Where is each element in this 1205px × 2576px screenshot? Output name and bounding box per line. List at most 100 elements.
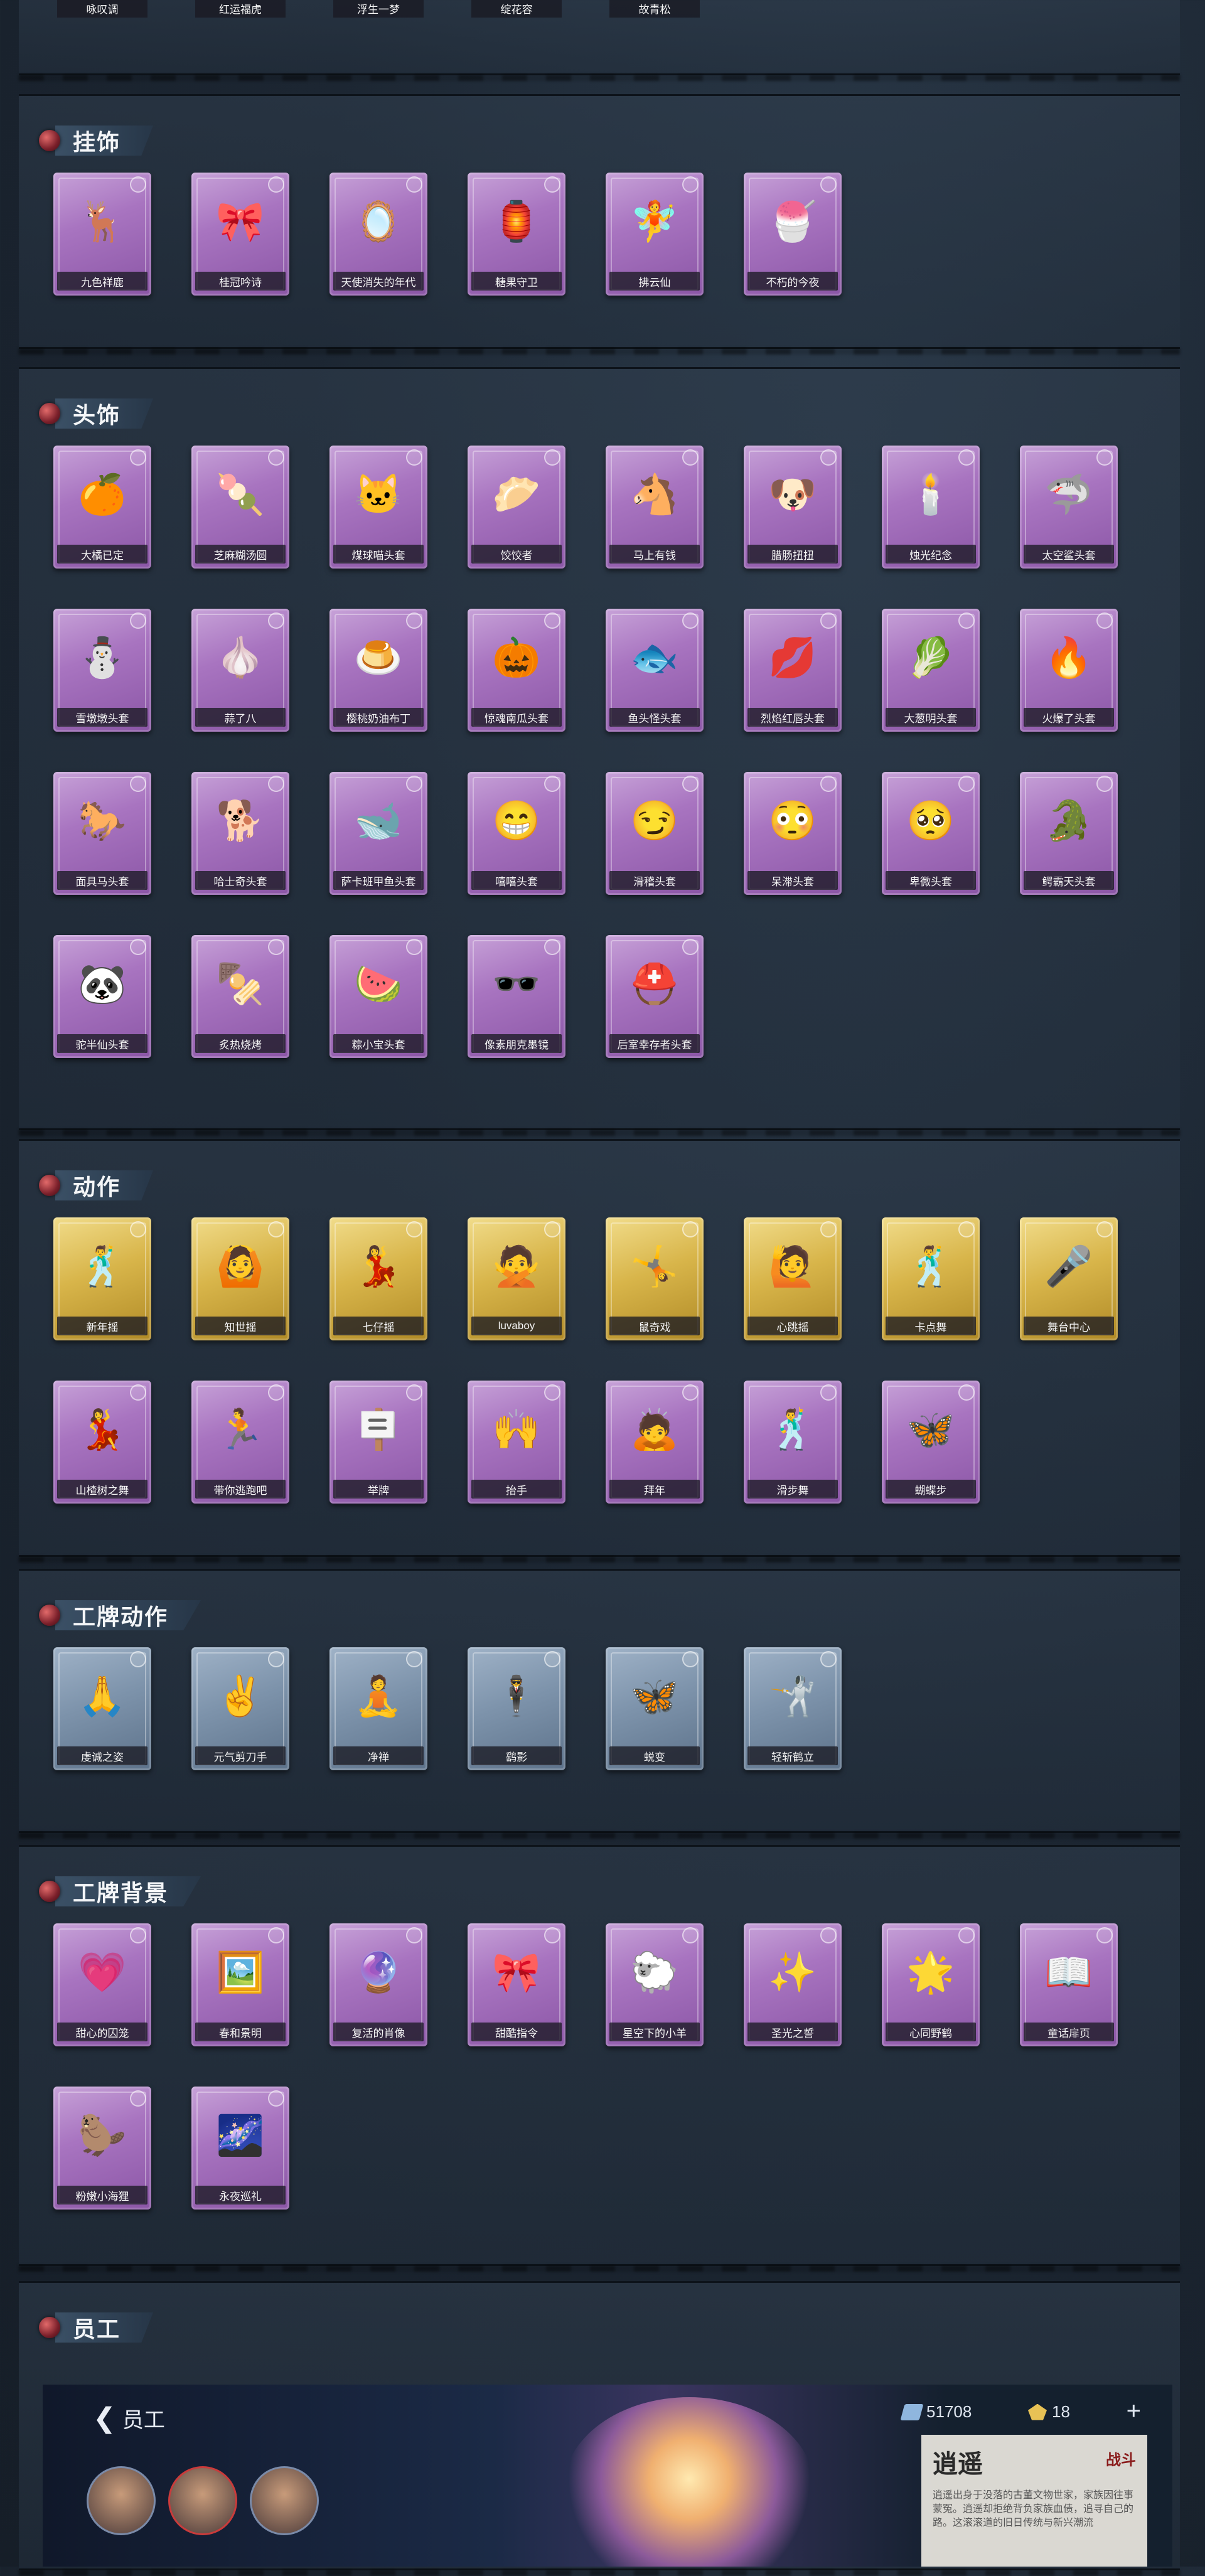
item-card[interactable]: 🦋 蝴蝶步 [882, 1381, 980, 1504]
item-card[interactable]: 🌟 心同野鹤 [882, 1923, 980, 2046]
back-button[interactable]: ❮ 员工 [93, 2402, 165, 2434]
card-frame: 🎤 舞台中心 [1020, 1217, 1118, 1340]
item-card[interactable]: 🏃 带你逃跑吧 [191, 1381, 289, 1504]
item-card[interactable]: 🍧 不朽的今夜 [744, 173, 842, 296]
item-art-icon: 🙇 [630, 1408, 679, 1451]
item-card[interactable]: 🐕 哈士奇头套 [191, 772, 289, 895]
item-card[interactable]: 🍮 樱桃奶油布丁 [329, 609, 427, 732]
item-card[interactable]: 🦈 太空鲨头套 [1020, 446, 1118, 569]
item-card[interactable]: 🥟 饺饺者 [468, 446, 565, 569]
item-card[interactable]: 🏮 糖果守卫 [468, 173, 565, 296]
item-card[interactable]: 🙏 虔诚之姿 [53, 1647, 151, 1770]
staff-avatar-3[interactable] [250, 2466, 319, 2535]
item-card[interactable]: 🐱 煤球喵头套 [329, 446, 427, 569]
item-card[interactable]: 😁 嘻嘻头套 [468, 772, 565, 895]
item-card[interactable]: 🍉 粽小宝头套 [329, 935, 427, 1058]
item-card[interactable]: 🙋 心跳摇 [744, 1217, 842, 1340]
item-card[interactable]: 🎀 桂冠吟诗 [191, 173, 289, 296]
item-label[interactable]: 浮生一梦 [333, 0, 424, 18]
item-card[interactable]: 🍡 芝麻糊汤圆 [191, 446, 289, 569]
item-card[interactable]: 🙆 知世摇 [191, 1217, 289, 1340]
item-card[interactable]: ⛑️ 后室幸存者头套 [606, 935, 704, 1058]
item-card[interactable]: 🐑 星空下的小羊 [606, 1923, 704, 2046]
staff-avatar-1[interactable] [87, 2466, 156, 2535]
item-art-icon: 🎀 [492, 1950, 541, 1994]
item-card[interactable]: 🍢 炙热烧烤 [191, 935, 289, 1058]
item-card[interactable]: ✨ 圣光之誓 [744, 1923, 842, 2046]
item-card[interactable]: 🐟 鱼头怪头套 [606, 609, 704, 732]
card-frame: 🖼️ 春和景明 [191, 1923, 289, 2046]
card-frame: 🧄 蒜了八 [191, 609, 289, 732]
item-card[interactable]: 💃 七仔摇 [329, 1217, 427, 1340]
item-card[interactable]: ⛄ 雪墩墩头套 [53, 609, 151, 732]
item-card[interactable]: 🐶 腊肠扭扭 [744, 446, 842, 569]
item-card[interactable]: 🦫 粉嫩小海狸 [53, 2087, 151, 2210]
item-label: 星空下的小羊 [609, 2023, 700, 2041]
item-card[interactable]: 🕺 滑步舞 [744, 1381, 842, 1504]
item-label[interactable]: 红运福虎 [195, 0, 286, 18]
corner-badge-icon [820, 776, 837, 792]
item-card[interactable]: 🙅 luvaboy [468, 1217, 565, 1340]
card-frame: 🕴️ 鹞影 [468, 1647, 565, 1770]
card-frame: 🐑 星空下的小羊 [606, 1923, 704, 2046]
item-card[interactable]: 🪞 天使消失的年代 [329, 173, 427, 296]
item-card[interactable]: 🐎 面具马头套 [53, 772, 151, 895]
item-card[interactable]: 🥺 卑微头套 [882, 772, 980, 895]
item-art-icon: 🕺 [78, 1244, 127, 1288]
item-card[interactable]: 💗 甜心的囚笼 [53, 1923, 151, 2046]
item-card[interactable]: 🦋 蜕变 [606, 1647, 704, 1770]
item-card[interactable]: 🔥 火爆了头套 [1020, 609, 1118, 732]
item-card[interactable]: 🧘 净禅 [329, 1647, 427, 1770]
item-card[interactable]: 🤺 轻斩鹤立 [744, 1647, 842, 1770]
corner-badge-icon [544, 1927, 560, 1943]
item-card[interactable]: 🌌 永夜巡礼 [191, 2087, 289, 2210]
item-card[interactable]: 🐊 鳄霸天头套 [1020, 772, 1118, 895]
item-card[interactable]: 😳 呆滞头套 [744, 772, 842, 895]
item-card[interactable]: 🦌 九色祥鹿 [53, 173, 151, 296]
item-card[interactable]: 🎃 惊魂南瓜头套 [468, 609, 565, 732]
card-frame: 🦫 粉嫩小海狸 [53, 2087, 151, 2210]
item-label: 烈焰红唇头套 [747, 708, 838, 727]
card-frame: 🥺 卑微头套 [882, 772, 980, 895]
item-label[interactable]: 咏叹调 [57, 0, 147, 18]
item-label[interactable]: 绽花容 [471, 0, 562, 18]
item-card[interactable]: 🪧 举牌 [329, 1381, 427, 1504]
item-card[interactable]: 💃 山楂树之舞 [53, 1381, 151, 1504]
item-card[interactable]: 🥬 大葱明头套 [882, 609, 980, 732]
item-card[interactable]: 🍊 大橘已定 [53, 446, 151, 569]
item-card[interactable]: 🧄 蒜了八 [191, 609, 289, 732]
item-card[interactable]: 🙌 抬手 [468, 1381, 565, 1504]
item-card[interactable]: 🐼 驼半仙头套 [53, 935, 151, 1058]
item-card[interactable]: 😏 滑稽头套 [606, 772, 704, 895]
item-card[interactable]: 🕺 新年摇 [53, 1217, 151, 1340]
item-card[interactable]: 🕯️ 烛光纪念 [882, 446, 980, 569]
item-card[interactable]: 🙇 拜年 [606, 1381, 704, 1504]
item-art-icon: ⛄ [78, 636, 127, 680]
item-card[interactable]: 📖 童话扉页 [1020, 1923, 1118, 2046]
item-label[interactable]: 故青松 [609, 0, 700, 18]
item-label: 煤球喵头套 [333, 545, 424, 564]
add-currency-button[interactable]: + [1127, 2397, 1141, 2425]
item-card[interactable]: ✌️ 元气剪刀手 [191, 1647, 289, 1770]
item-art-icon: 🖼️ [216, 1950, 265, 1994]
item-art-icon: 🧘 [354, 1674, 403, 1718]
item-card[interactable]: 🐴 马上有钱 [606, 446, 704, 569]
item-card[interactable]: 🔮 复活的肖像 [329, 1923, 427, 2046]
item-card[interactable]: 🕶️ 像素朋克墨镜 [468, 935, 565, 1058]
item-card[interactable]: 🧚 拂云仙 [606, 173, 704, 296]
card-frame: 🎀 桂冠吟诗 [191, 173, 289, 296]
item-card[interactable]: 🕴️ 鹞影 [468, 1647, 565, 1770]
item-label: 呆滞头套 [747, 871, 838, 890]
item-card[interactable]: 🕺 卡点舞 [882, 1217, 980, 1340]
section-title: 挂饰 [55, 126, 154, 156]
item-card[interactable]: 🎤 舞台中心 [1020, 1217, 1118, 1340]
corner-badge-icon [820, 449, 837, 466]
item-card[interactable]: 💋 烈焰红唇头套 [744, 609, 842, 732]
item-label: 马上有钱 [609, 545, 700, 564]
item-card[interactable]: 🤸 鼠奇戏 [606, 1217, 704, 1340]
item-card[interactable]: 🖼️ 春和景明 [191, 1923, 289, 2046]
item-card[interactable]: 🐋 萨卡班甲鱼头套 [329, 772, 427, 895]
corner-badge-icon [130, 1651, 146, 1667]
staff-avatar-2[interactable] [168, 2466, 237, 2535]
item-card[interactable]: 🎀 甜酷指令 [468, 1923, 565, 2046]
